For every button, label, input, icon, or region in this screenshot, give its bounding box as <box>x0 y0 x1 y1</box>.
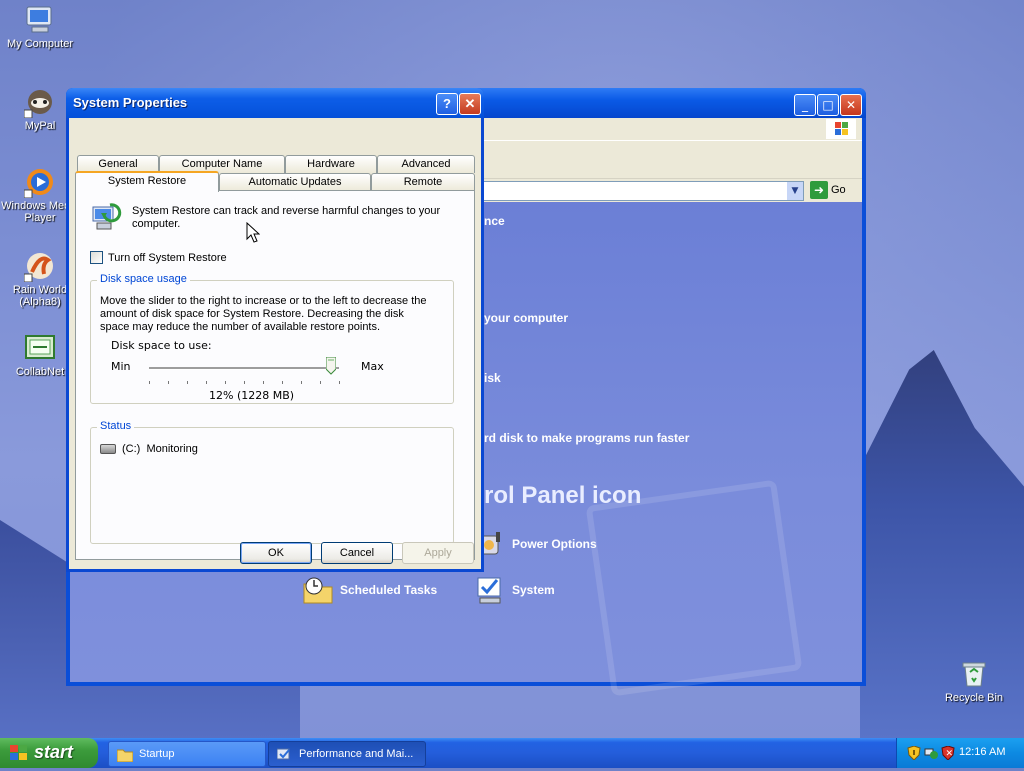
go-arrow-icon: ➜ <box>810 181 828 199</box>
system-restore-description: System Restore can track and reverse har… <box>132 205 441 230</box>
hard-drive-icon <box>100 444 116 455</box>
slider-tick <box>225 381 226 384</box>
control-panel-item-power-options[interactable]: Power Options <box>474 528 597 560</box>
desktop-icon-label: Recycle Bin <box>944 692 1004 704</box>
turn-off-system-restore-checkbox[interactable]: Turn off System Restore <box>90 251 227 264</box>
task-link[interactable]: rd disk to make programs run faster <box>484 431 689 445</box>
task-label: Performance and Mai... <box>299 748 414 760</box>
slider-label: Disk space to use: <box>111 339 212 352</box>
section-heading: rol Panel icon <box>484 482 642 509</box>
dialog-title: System Properties <box>73 95 188 110</box>
my-computer-icon <box>24 4 56 36</box>
recycle-bin-icon <box>958 658 990 690</box>
slider-tick <box>320 381 321 384</box>
windows-flag-icon <box>10 745 28 761</box>
item-label: Scheduled Tasks <box>340 583 438 597</box>
slider-tick <box>187 381 188 384</box>
task-link[interactable]: isk <box>484 371 501 385</box>
clock[interactable]: 12:16 AM <box>959 746 1005 758</box>
disk-space-description: Move the slider to the right to increase… <box>100 295 427 333</box>
item-label: System <box>512 583 555 597</box>
task-link[interactable]: nce <box>484 214 505 228</box>
dialog-titlebar[interactable]: System Properties ? ✕ <box>66 88 484 118</box>
folder-icon <box>116 747 134 763</box>
start-button[interactable]: start <box>0 738 98 768</box>
disk-space-slider[interactable] <box>149 367 339 370</box>
disk-space-usage-group: Disk space usage Move the slider to the … <box>90 273 454 404</box>
item-label: Power Options <box>512 537 597 551</box>
system-tray: ✕ 12:16 AM <box>896 738 1024 768</box>
cancel-button[interactable]: Cancel <box>321 542 393 564</box>
slider-tick <box>282 381 283 384</box>
close-button[interactable]: ✕ <box>459 93 481 115</box>
security-shield-icon[interactable] <box>907 745 921 761</box>
tab-advanced[interactable]: Advanced <box>377 155 475 173</box>
task-label: Startup <box>139 748 175 760</box>
address-input[interactable]: ▼ <box>476 181 804 201</box>
dialog-body: General Computer Name Hardware Advanced … <box>69 118 481 569</box>
mypal-icon <box>23 86 56 119</box>
help-button[interactable]: ? <box>436 93 458 115</box>
slider-max-label: Max <box>361 360 384 373</box>
taskbar-button-performance[interactable]: Performance and Mai... <box>268 741 426 767</box>
desktop-icon-my-computer[interactable]: My Computer <box>0 4 80 50</box>
system-icon <box>474 574 506 606</box>
slider-tick <box>301 381 302 384</box>
taskbar-button-startup[interactable]: Startup <box>108 741 266 767</box>
taskbar: start Startup Performance and Mai... ✕ 1… <box>0 738 1024 768</box>
slider-thumb[interactable] <box>325 356 337 375</box>
checkbox-label: Turn off System Restore <box>108 251 227 264</box>
slider-tick <box>339 381 340 384</box>
checkbox-box[interactable] <box>90 251 103 264</box>
slider-tick <box>149 381 150 384</box>
group-title: Status <box>97 420 135 432</box>
drive-status-row[interactable]: (C:) Monitoring <box>100 443 198 455</box>
system-properties-dialog: System Properties ? ✕ General Computer N… <box>66 88 484 572</box>
maximize-icon[interactable]: □ <box>817 94 839 116</box>
task-link[interactable]: your computer <box>484 311 568 325</box>
go-button[interactable]: ➜ Go <box>810 181 856 201</box>
security-alert-icon[interactable]: ✕ <box>941 745 955 761</box>
drive-letter: (C:) <box>122 443 141 455</box>
disk-space-value: 12% (1228 MB) <box>209 389 295 402</box>
apply-button[interactable]: Apply <box>402 542 474 564</box>
scheduled-tasks-icon <box>302 574 334 606</box>
tab-automatic-updates[interactable]: Automatic Updates <box>219 173 371 191</box>
minimize-icon[interactable]: _ <box>794 94 816 116</box>
svg-text:✕: ✕ <box>946 749 954 759</box>
control-panel-icon <box>276 747 293 761</box>
rain-world-icon <box>23 250 56 283</box>
desktop-icon-label: My Computer <box>6 38 74 50</box>
start-label: start <box>34 742 74 762</box>
close-icon[interactable]: ✕ <box>840 94 862 116</box>
network-icon[interactable] <box>924 746 938 760</box>
mouse-cursor-icon <box>246 221 261 244</box>
windows-logo-icon <box>826 119 856 139</box>
tab-hardware[interactable]: Hardware <box>285 155 377 173</box>
slider-min-label: Min <box>111 360 131 373</box>
media-player-icon <box>23 166 56 199</box>
group-title: Disk space usage <box>97 273 190 285</box>
slider-tick <box>168 381 169 384</box>
control-panel-watermark <box>585 479 803 697</box>
drive-state: Monitoring <box>146 443 198 455</box>
chevron-down-icon[interactable]: ▼ <box>787 182 803 200</box>
go-label: Go <box>831 184 846 196</box>
control-panel-item-scheduled-tasks[interactable]: Scheduled Tasks <box>302 574 437 606</box>
slider-ticks <box>149 381 340 385</box>
desktop-icon-recycle-bin[interactable]: Recycle Bin <box>934 658 1014 704</box>
control-panel-item-system[interactable]: System <box>474 574 555 606</box>
system-restore-panel: System Restore can track and reverse har… <box>75 190 475 560</box>
tab-system-restore[interactable]: System Restore <box>75 171 219 192</box>
slider-tick <box>244 381 245 384</box>
slider-tick <box>206 381 207 384</box>
slider-tick <box>263 381 264 384</box>
ok-button[interactable]: OK <box>240 542 312 564</box>
collabnet-icon <box>24 332 56 364</box>
status-group: Status (C:) Monitoring <box>90 420 454 544</box>
system-restore-icon <box>90 201 122 233</box>
tab-remote[interactable]: Remote <box>371 173 475 191</box>
